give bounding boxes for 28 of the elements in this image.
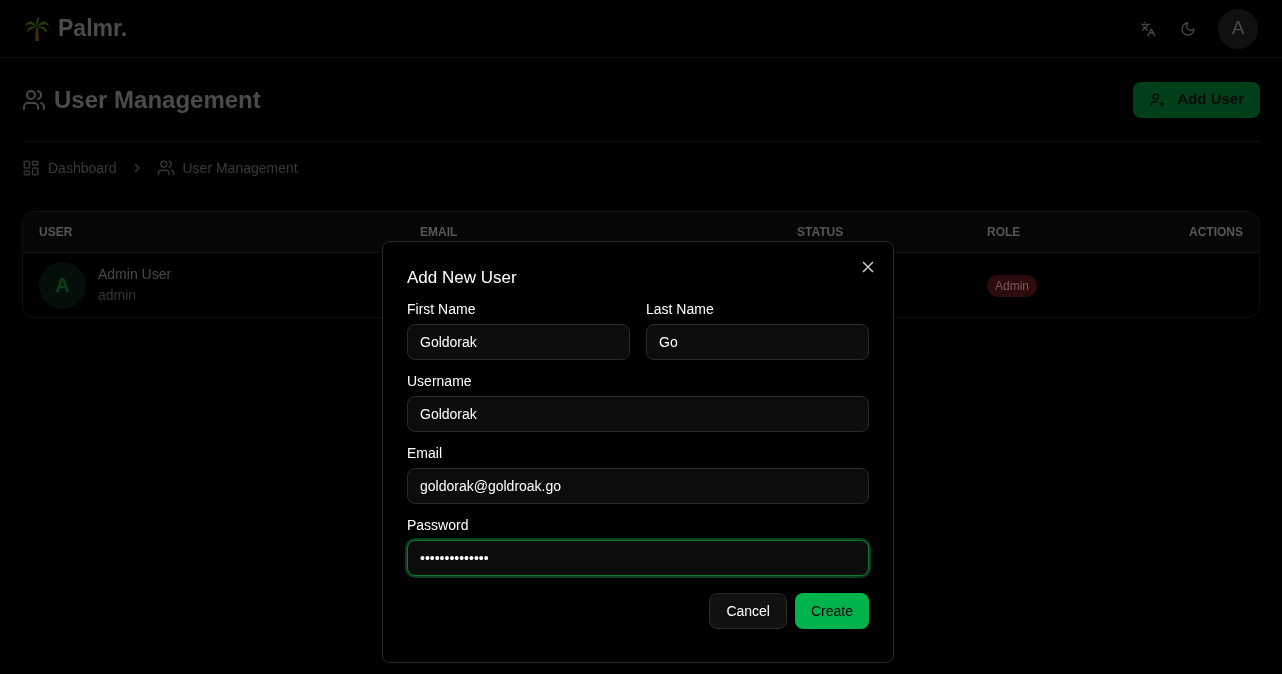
role-badge: Admin: [987, 275, 1037, 297]
field-label: First Name: [407, 300, 477, 318]
create-button[interactable]: Create: [794, 593, 869, 629]
page-title: User Management: [54, 84, 261, 115]
field-label: Password: [407, 516, 470, 534]
palm-tree-icon: [24, 15, 50, 42]
field-label: Email: [407, 444, 443, 462]
dashboard-icon: [22, 159, 40, 177]
column-header: EMAIL: [420, 224, 459, 241]
input-field[interactable]: Goldorak: [407, 324, 630, 360]
input-field[interactable]: Goldorak: [407, 396, 869, 432]
users-icon: [156, 159, 175, 177]
dialog-title: Add New User: [407, 267, 518, 289]
user-name: Admin User: [98, 265, 172, 284]
close-icon[interactable]: [861, 260, 875, 274]
input-field[interactable]: Go: [646, 324, 869, 360]
input-field[interactable]: ••••••••••••••: [407, 540, 869, 576]
column-header: ROLE: [987, 224, 1022, 241]
users-icon: [22, 87, 46, 112]
chevron-icon: [132, 163, 141, 173]
field-label: Username: [407, 372, 473, 390]
input-field[interactable]: goldorak@goldroak.go: [407, 468, 869, 504]
user-plus-icon: [1149, 91, 1166, 108]
field-label: Last Name: [646, 300, 715, 318]
column-header: STATUS: [797, 224, 845, 241]
cancel-button[interactable]: Cancel: [709, 593, 787, 629]
column-header: ACTIONS: [1188, 224, 1243, 241]
column-header: USER: [39, 224, 74, 241]
